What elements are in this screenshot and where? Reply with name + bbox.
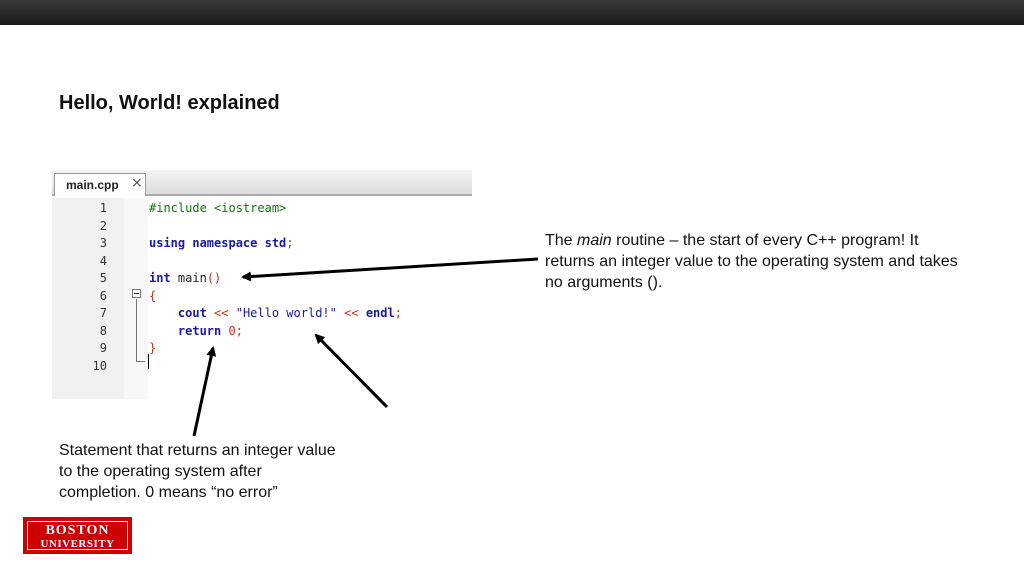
tab-main-cpp[interactable]: main.cpp × [54,173,146,196]
code-token: ; [235,323,243,338]
code-token: () [206,271,222,285]
fold-guide-end [136,361,145,362]
code-token: ; [286,236,294,250]
code-text: using namespace std; [149,235,294,252]
code-text: #include <iostream> [149,200,286,217]
code-token: endl [365,306,395,320]
code-token: return [177,323,222,338]
logo-inner-border: BOSTON UNIVERSITY [27,521,128,550]
return-statement-annotation: Statement that returns an integer value … [59,442,336,501]
fold-guide-line [136,299,137,362]
code-token: std [264,236,287,250]
logo-line-university: UNIVERSITY [40,538,115,550]
annotation-main-italic: main [577,232,612,249]
line-number: 2 [99,218,107,233]
tab-label: main.cpp [66,178,119,192]
annotation-main-prefix: The [545,232,578,249]
code-text: { [149,288,156,305]
code-token: int [149,271,171,285]
line-number: 9 [99,341,107,355]
code-line[interactable]: 8 return 0; [52,323,472,340]
line-number: 10 [92,358,107,373]
code-token: } [149,341,157,355]
code-line[interactable]: 6{ [52,288,472,305]
code-line[interactable]: 2 [52,218,472,235]
code-text: cout << "Hello world!" << endl; [149,305,402,322]
top-bar [0,0,1024,25]
close-icon[interactable]: × [131,176,143,190]
code-line[interactable]: 5 int main() [52,270,472,287]
code-line[interactable]: 1 #include <iostream> [52,200,472,217]
code-line[interactable]: 9} [52,340,472,357]
code-token: << [344,306,359,320]
code-token: main [170,271,207,285]
code-token: ; [394,306,402,320]
code-line[interactable]: 10 [52,358,472,375]
code-line[interactable]: 3 using namespace std; [52,235,472,252]
code-token: #include <iostream> [149,201,287,215]
code-line[interactable]: 4 [52,253,472,270]
code-token: 0 [228,323,236,338]
code-text: return 0; [149,323,243,340]
code-token: << [214,306,229,320]
line-number: 8 [99,323,107,338]
line-number: 4 [99,253,107,268]
line-number: 7 [99,306,107,320]
fold-toggle-icon[interactable] [132,289,141,298]
main-routine-annotation: The main routine – the start of every C+… [545,230,965,293]
slide-title: Hello, World! explained [59,92,280,114]
boston-university-logo: BOSTON UNIVERSITY [23,517,132,554]
code-token: cout [177,306,207,320]
code-line[interactable]: 7 cout << "Hello world!" << endl; [52,305,472,322]
editor-tab-bar: main.cpp × [52,170,472,196]
code-token: { [149,288,157,303]
code-editor: main.cpp × 1 #include <iostream> 2 3 using n… [52,170,472,399]
text-cursor [148,354,149,369]
line-number: 3 [99,236,107,250]
code-text: } [149,340,156,357]
line-number: 1 [99,201,107,215]
code-text: int main() [149,270,221,287]
logo-line-boston: BOSTON [45,523,110,538]
line-number: 5 [99,271,107,285]
code-token: using namespace [149,236,258,250]
code-token: "Hello world!" [235,306,337,320]
line-number: 6 [99,288,107,303]
